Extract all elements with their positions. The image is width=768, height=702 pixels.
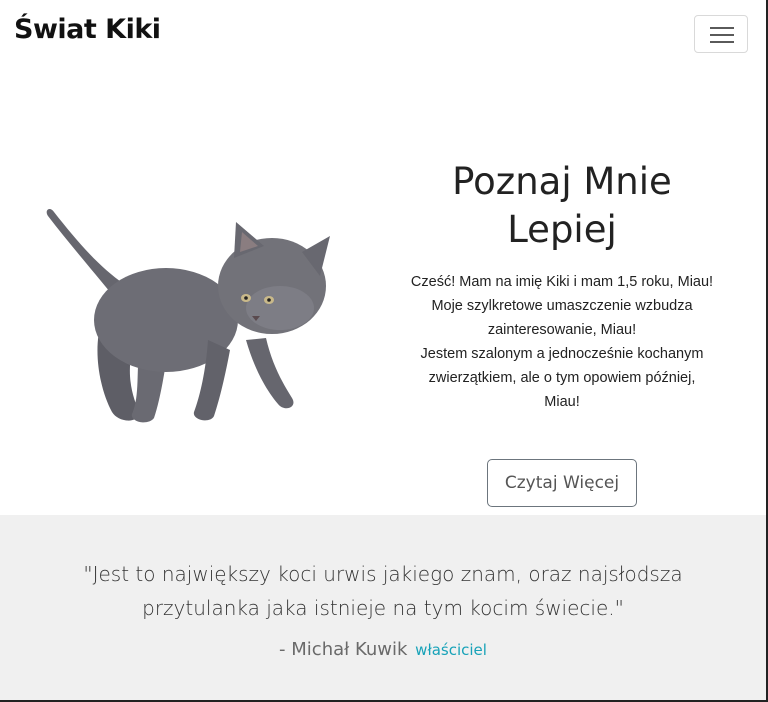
hero-description-line: Miau! [544,394,580,410]
navbar: Świat Kiki [0,0,766,68]
navbar-toggle-button[interactable] [694,15,748,53]
testimonial-quote-line: przytulanka jaka istnieje na tym kocim ś… [142,596,624,620]
page-frame: Świat Kiki Poznaj Mnie Lepiej Cześć! Mam… [0,0,768,702]
kitten-image [46,209,330,423]
hero-description-line: zwierzątkiem, ale o tym opowiem później, [428,370,696,386]
hero-description: Cześć! Mam na imię Kiki i mam 1,5 roku, … [376,270,748,414]
hero-title-line: Lepiej [507,208,617,251]
testimonial-role: właściciel [415,641,487,659]
brand-logo[interactable]: Świat Kiki [14,14,161,45]
testimonial-author: - Michał Kuwik [279,639,408,660]
hero-title-line: Poznaj Mnie [452,160,672,203]
read-more-button[interactable]: Czytaj Więcej [487,459,637,507]
hero-description-line: Moje szylkretowe umaszczenie wzbudza [431,298,693,314]
hero-section: Poznaj Mnie Lepiej Cześć! Mam na imię Ki… [376,158,748,414]
hero-title: Poznaj Mnie Lepiej [412,158,712,254]
testimonial-author-line: - Michał Kuwik właściciel [0,639,766,660]
hero-description-line: Cześć! Mam na imię Kiki i mam 1,5 roku, … [410,274,714,290]
hero-description-line: zainteresowanie, Miau! [487,322,637,338]
testimonial-quote-line: "Jest to największy koci urwis jakiego z… [83,562,683,586]
hero-description-line: Jestem szalonym a jednocześnie kochanym [420,346,704,362]
testimonial-quote: "Jest to największy koci urwis jakiego z… [30,557,736,625]
testimonial-section: "Jest to największy koci urwis jakiego z… [0,515,766,700]
